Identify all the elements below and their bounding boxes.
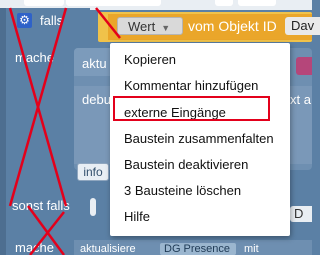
highlight-box	[113, 96, 270, 121]
value-dropdown[interactable]: Wert ▼	[117, 17, 183, 35]
info-chip[interactable]: info	[77, 163, 109, 181]
gear-icon[interactable]: ⚙	[17, 13, 32, 28]
debug-text-partial: xt a	[290, 92, 311, 107]
do-label-bottom: mache	[15, 240, 55, 255]
right-partial-d: D	[290, 206, 312, 222]
bottom-tail: mit	[244, 243, 259, 255]
menu-item-copy[interactable]: Kopieren	[110, 47, 290, 73]
context-menu: Kopieren Kommentar hinzufügen externe Ei…	[110, 43, 290, 236]
partial-block-chip	[238, 0, 276, 6]
chevron-down-icon: ▼	[161, 23, 171, 33]
menu-item-disable-block[interactable]: Baustein deaktivieren	[110, 152, 290, 178]
partial-block-chip	[215, 0, 233, 6]
pink-input-chip[interactable]	[296, 57, 312, 75]
debug-block-label: debu	[82, 92, 111, 107]
else-if-socket	[90, 198, 96, 216]
menu-item-collapse-block[interactable]: Baustein zusammenfalten	[110, 126, 290, 152]
object-pill[interactable]: DG Presence	[160, 243, 236, 255]
menu-item-delete-blocks[interactable]: 3 Bausteine löschen	[110, 178, 290, 204]
partial-block-chip	[24, 0, 64, 6]
object-id-label: vom Objekt ID	[188, 18, 277, 34]
if-block-edge	[0, 8, 6, 255]
object-id-field[interactable]: Dav	[285, 17, 320, 35]
if-label: falls	[40, 13, 64, 28]
partial-block-chip	[66, 0, 161, 6]
value-dropdown-text: Wert	[128, 19, 156, 34]
else-if-label: sonst falls	[12, 198, 70, 213]
do-label: mache	[15, 50, 55, 65]
menu-item-help[interactable]: Hilfe	[110, 204, 290, 230]
update-block-label: aktu	[82, 56, 107, 71]
bottom-row-text: aktualisiere	[80, 243, 136, 255]
